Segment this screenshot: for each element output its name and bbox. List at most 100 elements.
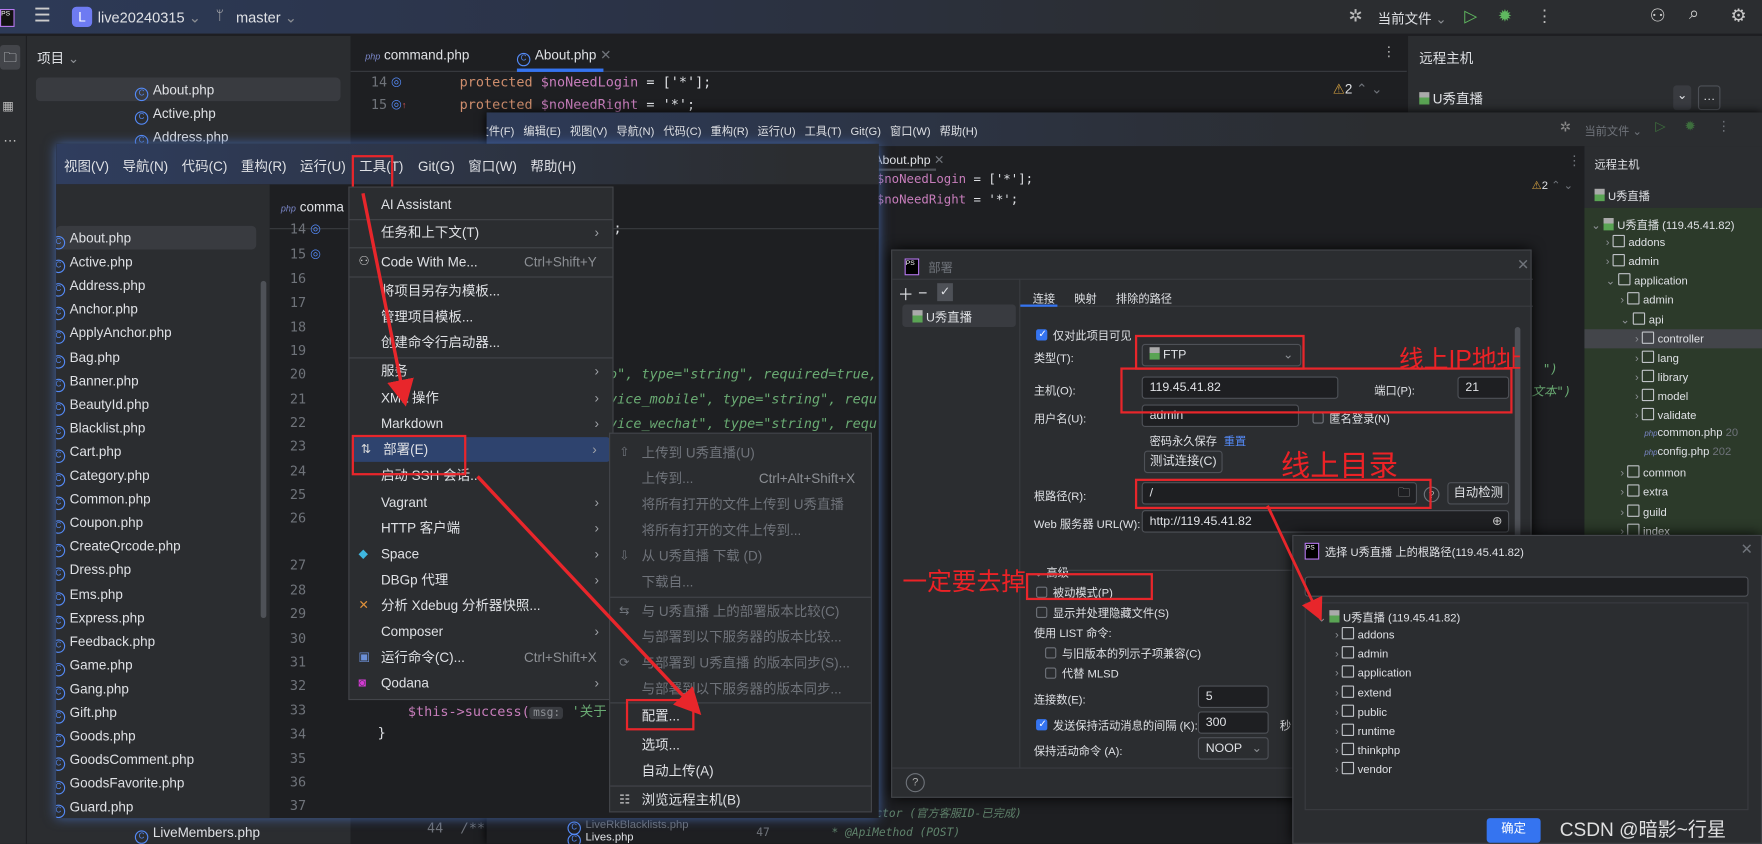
menu-item[interactable]: HTTP 客户端 › [349,516,612,541]
tree-folder-node[interactable]: › application [1335,665,1411,680]
tab-mappings[interactable]: 映射 [1074,289,1096,305]
legacy-list-compat-checkbox[interactable]: 与旧版本的列示子项兼容(C) [1045,644,1201,661]
project-file-item[interactable]: CGame.php [56,657,133,677]
menu-item[interactable]: 重构(R) [710,126,748,138]
menu-item[interactable]: 编辑(E) [523,126,560,138]
server-selector[interactable]: U秀直播 [1594,187,1650,203]
menu-item[interactable]: 选项... [610,733,871,758]
menu-item[interactable]: ⇧ 上传到 U秀直播(U) [610,440,871,465]
menu-item[interactable]: 文件(F) [487,126,515,138]
checkbox[interactable] [1045,667,1057,679]
tree-node[interactable]: › validate [1584,406,1762,425]
search-icon[interactable]: ⌕ [1689,4,1699,24]
project-file-item[interactable]: CBag.php [56,349,120,369]
run-config-selector[interactable]: 当前文件 ⌄ [1584,121,1642,138]
menu-item[interactable]: 下载自... [610,570,871,595]
connections-input[interactable]: 5 [1197,685,1269,708]
project-file-item[interactable]: CDress.php [56,562,131,582]
tree-node[interactable]: ⌄ U秀直播 (119.45.41.82) [1584,214,1762,233]
close-tab-icon[interactable]: ✕ [600,47,611,63]
menu-item[interactable]: 与部署到以下服务器的版本同步... [610,676,871,701]
project-file-item[interactable]: CBanner.php [56,373,139,392]
menu-item[interactable]: ▣ 运行命令(C)... Ctrl+Shift+X [349,645,612,670]
tab-command-php[interactable]: php comma [281,199,344,215]
branch-switcher[interactable]: master ⌄ [236,9,297,27]
menu-item[interactable]: DBGp 代理 › [349,567,612,592]
mlsd-replacement-checkbox[interactable]: 代替 MLSD [1045,664,1119,681]
set-default-icon[interactable]: ✓ [937,283,953,302]
debug-disabled-icon[interactable]: ✲ [1560,119,1571,135]
warning-indicator[interactable]: ⚠2 ⌃ ⌄ [1333,81,1383,97]
tree-node[interactable]: ⌄ api [1584,310,1762,329]
autodetect-button[interactable]: 自动检测 [1447,482,1510,505]
tree-node[interactable]: › extra [1584,483,1762,502]
project-file-item[interactable]: CGoods.php [56,728,136,748]
menu-item[interactable]: AI Assistant [349,192,612,217]
menu-item[interactable]: ◆ Space › [349,542,612,567]
project-file-item[interactable]: CActive.php [134,106,216,125]
override-gutter-icon[interactable]: ◎ [310,246,321,260]
menu-item[interactable]: 帮助(H) [530,158,576,174]
override-gutter-icon[interactable]: ◎ [310,221,321,235]
project-file-item[interactable]: CExpress.php [56,610,145,629]
menu-item[interactable]: 窗口(W) [890,126,931,138]
menu-item[interactable]: 导航(N) [122,158,168,174]
project-file-item[interactable]: C LiveMembers.php [134,825,260,844]
menu-item[interactable]: 代码(C) [663,126,701,138]
close-icon[interactable]: ✕ [1517,256,1529,274]
tree-node[interactable]: › model [1584,386,1762,405]
project-file-item[interactable]: CCart.php [56,444,121,463]
tab-options-icon[interactable]: ⋮ [1382,44,1395,60]
tab-connection[interactable]: 连接 [1033,289,1055,305]
menu-item[interactable]: ◙ Qodana › [349,671,612,696]
tab-command-php[interactable]: php command.php [365,47,469,63]
tree-node[interactable]: ⌄ application [1584,271,1762,290]
globe-icon[interactable]: ⊕ [1492,514,1502,530]
project-switcher[interactable]: live20240315 ⌄ [98,9,201,27]
run-config-selector[interactable]: 当前文件 ⌄ [1378,9,1447,28]
show-hidden-files-checkbox[interactable]: 显示并处理隐藏文件(S) [1036,603,1169,620]
project-file-item[interactable]: CGoodsFavorite.php [56,776,184,795]
menu-item[interactable]: 重构(R) [241,158,287,174]
menu-item[interactable]: Composer › [349,619,612,644]
run-icon[interactable]: ▷ [1464,6,1477,26]
tree-node[interactable]: › guild [1584,502,1762,521]
menu-item[interactable]: 工具(T) [805,126,842,138]
override-gutter-icon[interactable]: ◎ [391,74,402,88]
gear-icon[interactable]: ⚙ [1731,4,1747,26]
menu-item[interactable]: 任务和上下文(T) › [349,220,612,245]
file-item[interactable]: C Lives.php [567,832,634,844]
debug-disabled-icon[interactable]: ✲ [1348,6,1362,26]
tree-folder-node[interactable]: › public [1335,704,1387,719]
tree-node[interactable]: › common [1584,463,1762,482]
close-icon[interactable]: ✕ [1741,541,1753,559]
remove-server-icon[interactable]: − [918,283,927,301]
project-file-item[interactable]: CCreateQrcode.php [56,539,181,558]
tree-node[interactable]: › admin [1584,252,1762,271]
project-file-item[interactable]: CAbout.php [134,82,214,102]
tree-node[interactable]: › library [1584,367,1762,386]
menu-item[interactable]: ⚇ Code With Me... Ctrl+Shift+Y [349,249,612,274]
project-file-item[interactable]: CApplyAnchor.php [56,325,172,345]
tab-excluded-paths[interactable]: 排除的路径 [1116,289,1172,305]
structure-icon[interactable]: ▦ [2,99,14,113]
menu-item[interactable]: 帮助(H) [940,126,978,138]
web-server-url-input[interactable]: http://119.45.41.82 ⊕ [1141,510,1510,533]
tree-node[interactable]: › controller [1584,328,1762,348]
tree-folder-node[interactable]: › thinkphp [1335,742,1400,758]
project-panel-title[interactable]: 项目 ⌄ [37,48,79,67]
project-file-item[interactable]: CGoodsComment.php [56,752,194,772]
remote-folder-tree[interactable]: ⌄ U秀直播 (119.45.41.82) › addons › admin › a… [1304,602,1749,811]
main-menu-icon[interactable]: ☰ [34,4,51,26]
project-file-item[interactable]: CCoupon.php [56,515,143,534]
project-file-item[interactable]: CCommon.php [56,491,151,511]
menu-item[interactable]: Git(G) [418,158,455,174]
menu-item[interactable]: Vagrant › [349,490,612,515]
project-file-item[interactable]: CBlacklist.php [56,420,145,440]
menu-item[interactable]: ⇆ 与 U秀直播 上的部署版本比较(C) [610,599,871,624]
scrollbar[interactable] [260,280,267,619]
server-dropdown-button[interactable]: ⌄ [1673,85,1692,111]
menu-item[interactable]: Markdown › [349,411,612,436]
warning-indicator[interactable]: ⚠2 ⌃ ⌄ [1532,180,1573,192]
project-file-item[interactable]: CFeedback.php [56,633,155,653]
